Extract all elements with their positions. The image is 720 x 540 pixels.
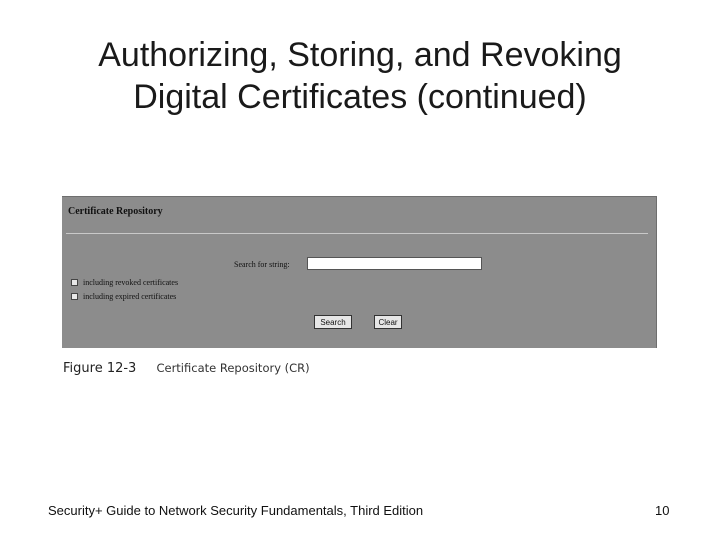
page-number: 10 — [655, 503, 670, 518]
expired-certificates-option[interactable]: including expired certificates — [71, 291, 176, 301]
slide-title-line-2: Digital Certificates (continued) — [133, 78, 587, 116]
certificate-repository-panel: Certificate Repository Search for string… — [62, 196, 657, 348]
expired-certificates-checkbox[interactable] — [71, 292, 78, 300]
header-divider — [66, 233, 648, 234]
footer-book-title: Security+ Guide to Network Security Fund… — [48, 503, 424, 518]
slide-title: Authorizing, Storing, and Revoking Digit… — [40, 34, 680, 118]
revoked-certificates-label: including revoked certificates — [83, 277, 179, 287]
repository-header: Certificate Repository — [68, 206, 163, 217]
figure-caption-text: Certificate Repository (CR) — [156, 361, 310, 375]
expired-certificates-label: including expired certificates — [83, 291, 177, 301]
search-label: Search for string: — [234, 260, 290, 269]
search-input[interactable] — [307, 257, 482, 270]
clear-button[interactable]: Clear — [374, 315, 402, 329]
slide-title-line-1: Authorizing, Storing, and Revoking — [98, 36, 622, 74]
search-button[interactable]: Search — [314, 315, 352, 329]
revoked-certificates-checkbox[interactable] — [71, 278, 78, 286]
figure-caption: Figure 12-3 Certificate Repository (CR) — [63, 361, 310, 376]
revoked-certificates-option[interactable]: including revoked certificates — [71, 277, 178, 287]
figure-number: Figure 12-3 — [63, 361, 137, 376]
